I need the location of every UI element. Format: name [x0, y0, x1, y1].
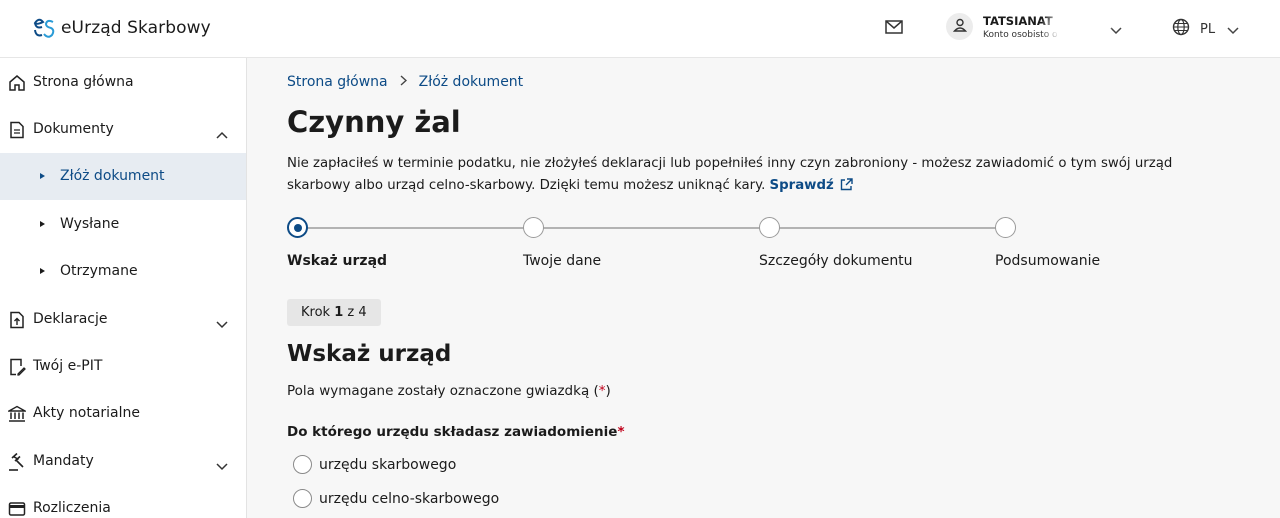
- page-description: Nie zapłaciłeś w terminie podatku, nie z…: [287, 153, 1227, 199]
- chevron-down-icon: [216, 314, 228, 333]
- sidebar-item-label: Rozliczenia: [33, 500, 111, 516]
- stepper-line: [307, 227, 1007, 229]
- sidebar-item-sent[interactable]: Wysłane: [0, 201, 246, 248]
- bullet-icon: [40, 268, 45, 274]
- sidebar-item-home[interactable]: Strona główna: [0, 59, 246, 106]
- bullet-icon: [40, 173, 45, 179]
- step-2-label: Twoje dane: [523, 253, 602, 269]
- sidebar-item-epit[interactable]: Twój e-PIT: [0, 343, 246, 390]
- office-question-label: Do którego urzędu składasz zawiadomienie…: [287, 424, 625, 440]
- logo-text: eUrząd Skarbowy: [61, 18, 211, 38]
- sidebar-item-fines[interactable]: Mandaty: [0, 438, 246, 485]
- edit-file-icon: [8, 358, 26, 376]
- logo[interactable]: eUrząd Skarbowy: [32, 16, 211, 40]
- document-icon: [8, 121, 26, 139]
- step-counter-badge: Krok 1 z 4: [287, 299, 381, 326]
- step-1-indicator: [287, 217, 308, 238]
- section-title: Wskaż urząd: [287, 341, 452, 367]
- top-header: eUrząd Skarbowy TATSIANAT Konto osobisto…: [0, 0, 1280, 58]
- sidebar-item-label: Deklaracje: [33, 311, 108, 327]
- home-icon: [8, 74, 26, 92]
- step-3-label: Szczegóły dokumentu: [759, 253, 913, 269]
- sidebar-item-label: Twój e-PIT: [33, 358, 103, 374]
- external-link-icon: [840, 177, 853, 199]
- chevron-down-icon: [216, 456, 228, 475]
- sidebar-item-notarial-acts[interactable]: Akty notarialne: [0, 390, 246, 437]
- sidebar-item-documents[interactable]: Dokumenty: [0, 106, 246, 153]
- sidebar-item-label: Dokumenty: [33, 121, 114, 137]
- sidebar-item-label: Akty notarialne: [33, 405, 141, 421]
- main-content: Strona główna Złóż dokument Czynny żal N…: [247, 58, 1280, 518]
- radio-option-customs-tax-office[interactable]: urzędu celno-skarbowego: [293, 489, 499, 508]
- institution-icon: [6, 405, 28, 423]
- sidebar-item-declarations[interactable]: Deklaracje: [0, 296, 246, 343]
- sidebar-item-label: Złóż dokument: [60, 168, 165, 184]
- bullet-icon: [40, 221, 45, 227]
- progress-stepper: Wskaż urząd Twoje dane Szczegóły dokumen…: [287, 216, 1100, 276]
- sidebar-item-received[interactable]: Otrzymane: [0, 248, 246, 295]
- wallet-icon: [8, 500, 26, 518]
- chevron-up-icon: [216, 124, 228, 143]
- sidebar-item-settlements[interactable]: Rozliczenia: [0, 485, 246, 518]
- language-label: PL: [1200, 21, 1216, 37]
- language-selector[interactable]: PL: [1172, 18, 1239, 40]
- messages-button[interactable]: [884, 18, 904, 38]
- avatar: [946, 13, 973, 40]
- chevron-down-icon: [1227, 20, 1239, 39]
- breadcrumb-home-link[interactable]: Strona główna: [287, 74, 388, 90]
- step-4-label: Podsumowanie: [995, 253, 1101, 269]
- sidebar-item-label: Otrzymane: [60, 263, 138, 279]
- step-3-indicator: [759, 217, 780, 238]
- radio-button[interactable]: [293, 489, 312, 508]
- sidebar-item-label: Mandaty: [33, 453, 94, 469]
- check-link[interactable]: Sprawdź: [770, 178, 853, 193]
- sidebar-item-submit-document[interactable]: Złóż dokument: [0, 153, 246, 200]
- radio-button[interactable]: [293, 455, 312, 474]
- upload-file-icon: [8, 311, 26, 329]
- sidebar-item-label: Strona główna: [33, 74, 134, 90]
- breadcrumb: Strona główna Złóż dokument: [287, 74, 523, 90]
- blur-overlay: [1042, 4, 1112, 52]
- eurzad-logo-icon: [32, 16, 56, 40]
- step-2-indicator: [523, 217, 544, 238]
- radio-label: urzędu skarbowego: [319, 456, 457, 473]
- required-fields-note: Pola wymagane zostały oznaczone gwiazdką…: [287, 383, 611, 399]
- mail-icon: [885, 19, 903, 38]
- globe-icon: [1172, 18, 1190, 40]
- page-title: Czynny żal: [287, 105, 461, 139]
- description-text: Nie zapłaciłeś w terminie podatku, nie z…: [287, 156, 1173, 193]
- radio-option-tax-office[interactable]: urzędu skarbowego: [293, 455, 456, 474]
- sidebar: Strona główna Dokumenty Złóż dokument Wy…: [0, 58, 247, 518]
- breadcrumb-current-link[interactable]: Złóż dokument: [419, 74, 524, 90]
- gavel-icon: [8, 452, 26, 471]
- user-icon: [952, 17, 967, 36]
- step-1-label: Wskaż urząd: [287, 253, 388, 269]
- sidebar-item-label: Wysłane: [60, 216, 120, 232]
- breadcrumb-separator-icon: [400, 74, 407, 90]
- step-4-indicator: [995, 217, 1016, 238]
- radio-label: urzędu celno-skarbowego: [319, 490, 500, 507]
